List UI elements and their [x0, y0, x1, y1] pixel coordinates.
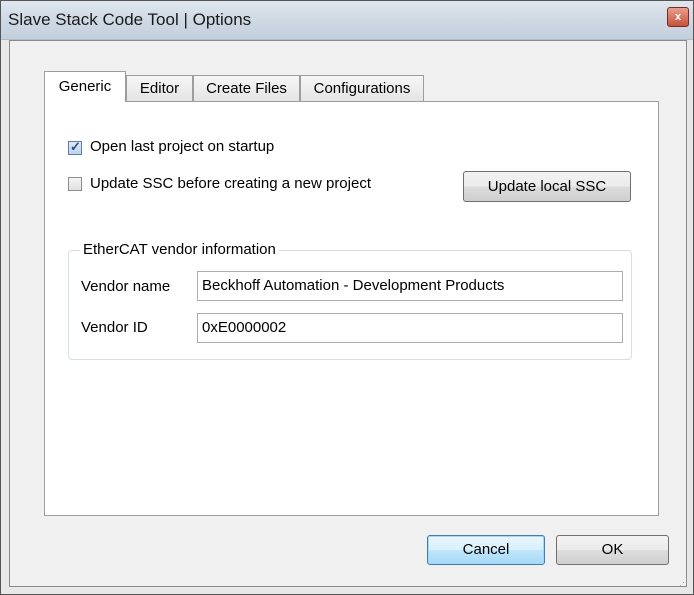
vendor-name-label: Vendor name — [81, 278, 171, 295]
options-dialog: Slave Stack Code Tool | Options x Generi… — [0, 0, 694, 595]
cancel-button[interactable]: Cancel — [427, 535, 545, 565]
update-ssc-label[interactable]: Update SSC before creating a new project — [90, 175, 371, 192]
update-ssc-checkbox[interactable] — [68, 177, 82, 191]
ok-button[interactable]: OK — [556, 535, 669, 565]
vendor-info-groupbox — [68, 250, 632, 360]
tab-generic[interactable]: Generic — [44, 71, 126, 102]
open-last-project-checkbox[interactable]: ✓ — [68, 139, 82, 155]
open-last-project-label[interactable]: Open last project on startup — [90, 138, 274, 155]
vendor-id-field[interactable]: 0xE0000002 — [197, 313, 623, 343]
window-title: Slave Stack Code Tool | Options — [8, 10, 252, 29]
tab-editor[interactable]: Editor — [126, 75, 193, 101]
vendor-name-field[interactable]: Beckhoff Automation - Development Produc… — [197, 271, 623, 301]
checkmark-icon: ✓ — [70, 139, 81, 154]
resize-grip-icon[interactable]: ⋰ — [679, 577, 688, 588]
update-local-ssc-button[interactable]: Update local SSC — [463, 171, 631, 202]
tab-create-files[interactable]: Create Files — [193, 75, 300, 101]
vendor-id-label: Vendor ID — [81, 319, 148, 336]
tab-configurations[interactable]: Configurations — [300, 75, 424, 101]
vendor-info-legend: EtherCAT vendor information — [80, 241, 279, 258]
close-icon[interactable]: x — [667, 7, 689, 27]
title-bar[interactable]: Slave Stack Code Tool | Options x — [1, 1, 693, 40]
